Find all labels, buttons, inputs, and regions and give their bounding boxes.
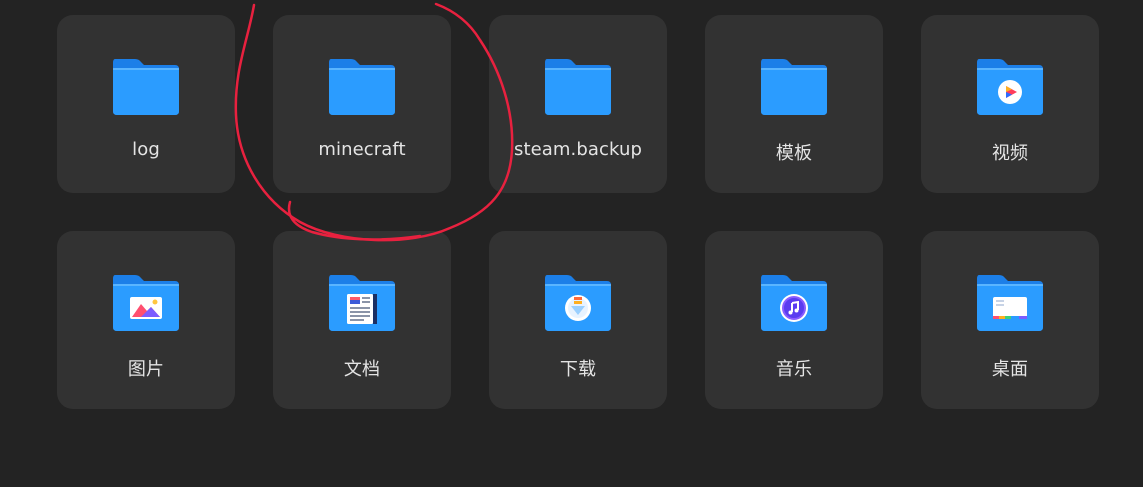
folder-label: log	[132, 139, 160, 160]
folder-tile-templates[interactable]: 模板	[705, 15, 883, 193]
folder-icon	[543, 57, 613, 117]
folder-tile-downloads[interactable]: 下载	[489, 231, 667, 409]
folder-icon	[759, 57, 829, 117]
folder-tile-music[interactable]: 音乐	[705, 231, 883, 409]
folder-icon	[327, 57, 397, 117]
folder-tile-pictures[interactable]: 图片	[57, 231, 235, 409]
folder-icon	[111, 57, 181, 117]
folder-label: 音乐	[775, 359, 813, 380]
folder-label: 图片	[127, 359, 165, 380]
folder-tile-desktop[interactable]: 桌面	[921, 231, 1099, 409]
folder-tile-log[interactable]: log	[57, 15, 235, 193]
folder-grid: log minecraft steam.backup 模板 视频 图片 文档 下…	[57, 15, 1099, 409]
folder-label: 桌面	[991, 359, 1029, 380]
folder-label: 视频	[991, 143, 1029, 164]
pictures-folder-icon	[111, 273, 181, 333]
downloads-folder-icon	[543, 273, 613, 333]
folder-label: steam.backup	[513, 139, 643, 160]
folder-label: 下载	[559, 359, 597, 380]
desktop-folder-icon	[975, 273, 1045, 333]
documents-folder-icon	[327, 273, 397, 333]
music-folder-icon	[759, 273, 829, 333]
folder-tile-minecraft[interactable]: minecraft	[273, 15, 451, 193]
folder-label: 模板	[775, 143, 813, 164]
video-folder-icon	[975, 57, 1045, 117]
folder-label: minecraft	[318, 139, 406, 160]
folder-tile-steam-backup[interactable]: steam.backup	[489, 15, 667, 193]
folder-tile-documents[interactable]: 文档	[273, 231, 451, 409]
folder-tile-videos[interactable]: 视频	[921, 15, 1099, 193]
folder-label: 文档	[343, 359, 381, 380]
